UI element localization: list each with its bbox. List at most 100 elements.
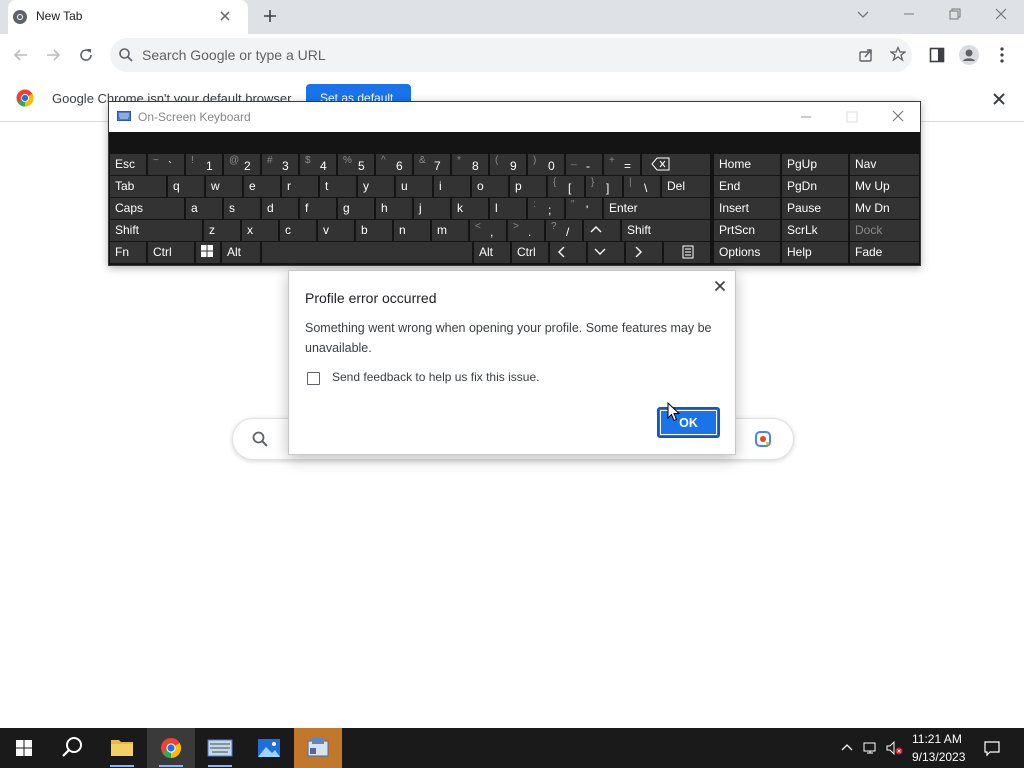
feedback-checkbox[interactable] bbox=[307, 372, 320, 385]
key-insert[interactable]: Insert bbox=[714, 198, 780, 219]
key-caps[interactable]: Caps bbox=[110, 198, 184, 219]
key-f[interactable]: f bbox=[300, 198, 336, 219]
tab-search-chevron-icon[interactable] bbox=[856, 6, 870, 22]
start-button[interactable] bbox=[0, 728, 48, 768]
key-esc[interactable]: Esc bbox=[110, 154, 146, 175]
key-right-arrow[interactable] bbox=[626, 242, 662, 263]
key-tab[interactable]: Tab bbox=[110, 176, 166, 197]
key-u[interactable]: u bbox=[396, 176, 432, 197]
key-e[interactable]: e bbox=[244, 176, 280, 197]
key-pgdn[interactable]: PgDn bbox=[782, 176, 848, 197]
key-alt-right[interactable]: Alt bbox=[474, 242, 510, 263]
tray-chevron-up-icon[interactable] bbox=[840, 741, 854, 755]
network-icon[interactable] bbox=[863, 740, 879, 756]
key-number-12[interactable]: + = bbox=[604, 154, 640, 175]
key-o[interactable]: o bbox=[472, 176, 508, 197]
tab-close-icon[interactable] bbox=[218, 9, 232, 23]
key-del[interactable]: Del bbox=[662, 176, 710, 197]
key-backspace[interactable] bbox=[642, 154, 710, 175]
back-arrow-icon[interactable] bbox=[13, 47, 29, 63]
key-c[interactable]: c bbox=[280, 220, 316, 241]
key-help[interactable]: Help bbox=[782, 242, 848, 263]
key-number-2[interactable]: @2 bbox=[224, 154, 260, 175]
key-prtscn[interactable]: PrtScn bbox=[714, 220, 780, 241]
key-mvup[interactable]: Mv Up bbox=[850, 176, 919, 197]
feedback-checkbox-label[interactable]: Send feedback to help us fix this issue. bbox=[332, 370, 539, 384]
key-number-0[interactable]: ~ ` bbox=[148, 154, 184, 175]
key-v[interactable]: v bbox=[318, 220, 354, 241]
key-sym-q-0[interactable]: {[ bbox=[548, 176, 584, 197]
key-sym-a-0[interactable]: :; bbox=[528, 198, 564, 219]
key-k[interactable]: k bbox=[452, 198, 488, 219]
clock-time[interactable]: 11:21 AM bbox=[912, 732, 962, 746]
key-sym-a-1[interactable]: " ' bbox=[566, 198, 602, 219]
key-l[interactable]: l bbox=[490, 198, 526, 219]
key-up-arrow[interactable] bbox=[584, 220, 620, 241]
key-sym-q-1[interactable]: }] bbox=[586, 176, 622, 197]
restore-icon[interactable] bbox=[948, 6, 962, 22]
app-taskbar-button[interactable] bbox=[294, 728, 342, 768]
key-end[interactable]: End bbox=[714, 176, 780, 197]
osk-taskbar-button[interactable] bbox=[196, 728, 244, 768]
infobar-close-icon[interactable] bbox=[992, 92, 1006, 106]
key-number-1[interactable]: ! 1 bbox=[186, 154, 222, 175]
key-space[interactable] bbox=[262, 242, 472, 263]
dialog-close-icon[interactable] bbox=[713, 279, 727, 293]
key-r[interactable]: r bbox=[282, 176, 318, 197]
osk-close-icon[interactable] bbox=[891, 109, 905, 123]
key-sym-q-2[interactable]: | \ bbox=[624, 176, 660, 197]
key-ctrl-left[interactable]: Ctrl bbox=[148, 242, 194, 263]
key-number-11[interactable]: _ - bbox=[566, 154, 602, 175]
key-b[interactable]: b bbox=[356, 220, 392, 241]
key-q[interactable]: q bbox=[168, 176, 204, 197]
key-down-arrow[interactable] bbox=[588, 242, 624, 263]
google-lens-icon[interactable] bbox=[754, 430, 772, 448]
key-x[interactable]: x bbox=[242, 220, 278, 241]
menu-dots-icon[interactable] bbox=[994, 46, 1010, 64]
key-d[interactable]: d bbox=[262, 198, 298, 219]
window-close-icon[interactable] bbox=[994, 6, 1008, 22]
key-alt-left[interactable]: Alt bbox=[222, 242, 260, 263]
key-number-5[interactable]: % 5 bbox=[338, 154, 374, 175]
key-number-9[interactable]: (9 bbox=[490, 154, 526, 175]
key-n[interactable]: n bbox=[394, 220, 430, 241]
key-w[interactable]: w bbox=[206, 176, 242, 197]
key-t[interactable]: t bbox=[320, 176, 356, 197]
notifications-icon[interactable] bbox=[983, 739, 1001, 757]
key-a[interactable]: a bbox=[186, 198, 222, 219]
key-shift-right[interactable]: Shift bbox=[622, 220, 710, 241]
key-mvdn[interactable]: Mv Dn bbox=[850, 198, 919, 219]
key-fade[interactable]: Fade bbox=[850, 242, 919, 263]
key-h[interactable]: h bbox=[376, 198, 412, 219]
key-number-3[interactable]: #3 bbox=[262, 154, 298, 175]
key-g[interactable]: g bbox=[338, 198, 374, 219]
key-number-8[interactable]: * 8 bbox=[452, 154, 488, 175]
file-explorer-button[interactable] bbox=[98, 728, 146, 768]
key-y[interactable]: y bbox=[358, 176, 394, 197]
minimize-icon[interactable] bbox=[902, 6, 916, 22]
photos-taskbar-button[interactable] bbox=[245, 728, 293, 768]
key-enter[interactable]: Enter bbox=[604, 198, 710, 219]
key-dock[interactable]: Dock bbox=[850, 220, 919, 241]
key-scrlk[interactable]: ScrLk bbox=[782, 220, 848, 241]
key-p[interactable]: p bbox=[510, 176, 546, 197]
key-number-4[interactable]: $4 bbox=[300, 154, 336, 175]
key-left-arrow[interactable] bbox=[550, 242, 586, 263]
key-menu[interactable] bbox=[664, 242, 710, 263]
key-home[interactable]: Home bbox=[714, 154, 780, 175]
key-number-10[interactable]: ) 0 bbox=[528, 154, 564, 175]
omnibox-placeholder[interactable]: Search Google or type a URL bbox=[142, 47, 326, 63]
key-m[interactable]: m bbox=[432, 220, 468, 241]
bookmark-star-icon[interactable] bbox=[890, 46, 906, 62]
new-tab-plus-icon[interactable] bbox=[262, 8, 278, 24]
key-pause[interactable]: Pause bbox=[782, 198, 848, 219]
forward-arrow-icon[interactable] bbox=[45, 47, 61, 63]
taskbar-search-button[interactable] bbox=[48, 728, 96, 768]
key-sym-z-0[interactable]: <, bbox=[470, 220, 506, 241]
osk-minimize-icon[interactable] bbox=[799, 110, 813, 124]
key-sym-z-2[interactable]: ? / bbox=[546, 220, 582, 241]
key-shift-left[interactable]: Shift bbox=[110, 220, 202, 241]
key-ctrl-right[interactable]: Ctrl bbox=[512, 242, 548, 263]
key-s[interactable]: s bbox=[224, 198, 260, 219]
key-sym-z-1[interactable]: >. bbox=[508, 220, 544, 241]
